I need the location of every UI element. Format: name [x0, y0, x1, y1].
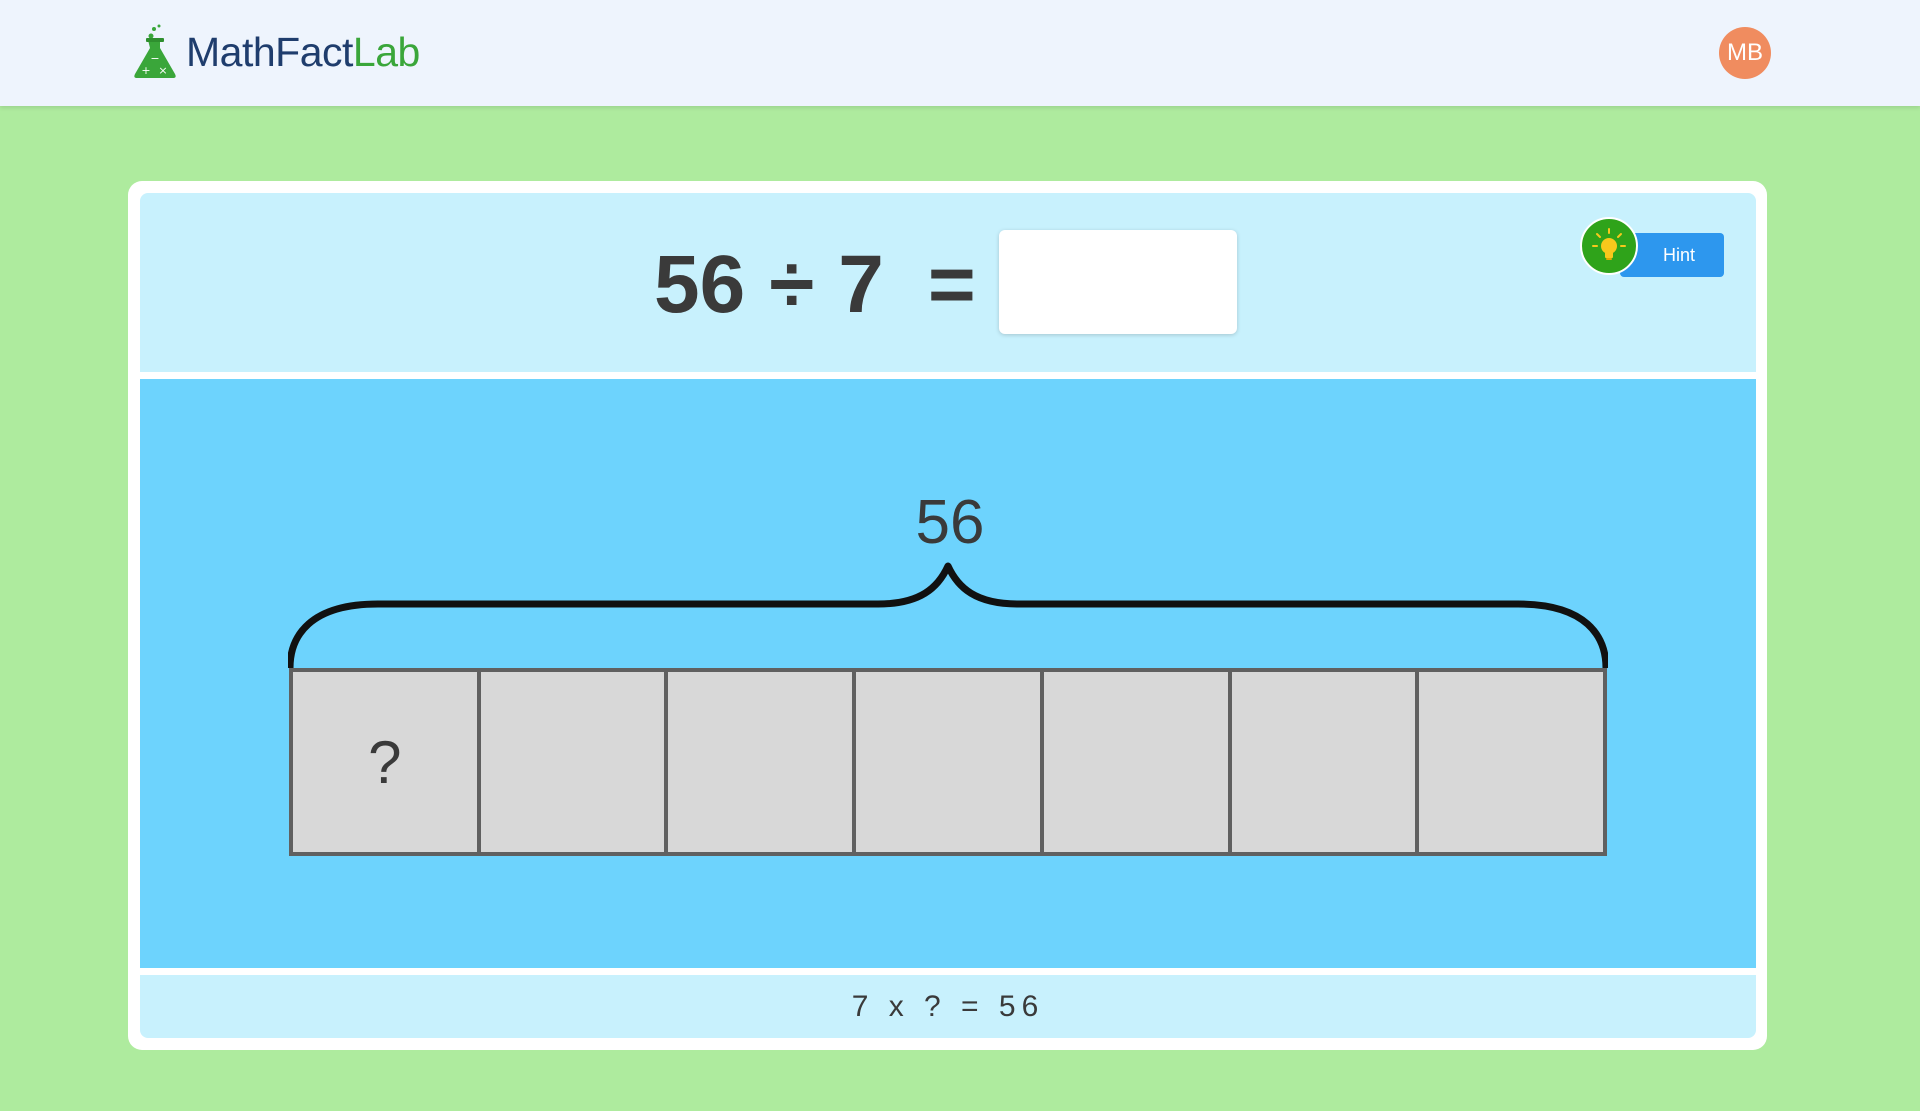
lightbulb-icon [1580, 217, 1638, 275]
tape-cell [668, 672, 857, 852]
tape-cell [1044, 672, 1232, 852]
related-fact: 7 x ? = 56 [140, 975, 1756, 1038]
hint-button[interactable]: Hint [1580, 217, 1724, 277]
logo[interactable]: − + × MathFactLab [132, 24, 420, 80]
top-bar: − + × MathFactLab MB [0, 0, 1920, 106]
operator: ÷ [769, 239, 815, 330]
equation: 56 ÷ 7 = [654, 235, 976, 335]
tape-cell [856, 672, 1044, 852]
equals-sign: = [927, 239, 976, 330]
tape-cell [1232, 672, 1420, 852]
svg-text:×: × [158, 64, 167, 77]
answer-input[interactable] [999, 230, 1237, 334]
svg-text:+: + [141, 64, 150, 77]
logo-text-part1: MathFact [186, 28, 353, 75]
curly-brace [288, 562, 1608, 669]
logo-text-part2: Lab [352, 28, 420, 75]
divisor: 7 [838, 239, 884, 330]
tape-cell [481, 672, 669, 852]
user-avatar[interactable]: MB [1719, 27, 1771, 79]
tape-cell: ? [293, 672, 481, 852]
tape-diagram: ? [289, 668, 1607, 856]
flask-icon: − + × [134, 24, 176, 78]
logo-text: MathFactLab [186, 29, 420, 76]
dividend: 56 [654, 239, 746, 330]
tape-total-label: 56 [915, 488, 985, 557]
tape-cell [1419, 672, 1603, 852]
